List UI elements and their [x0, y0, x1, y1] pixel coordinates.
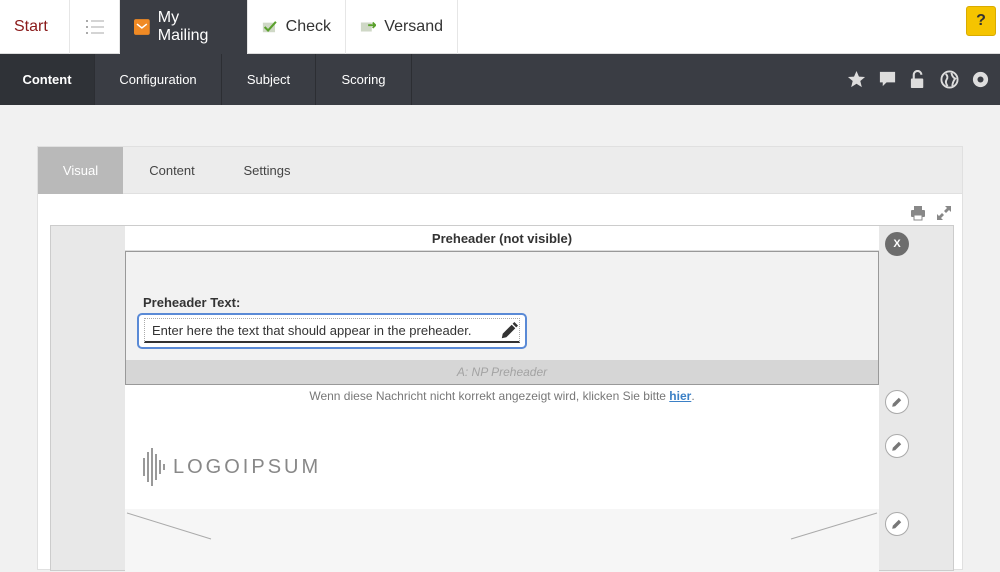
tab-start-label: Start	[14, 18, 48, 35]
webview-notice: Wenn diese Nachricht nicht korrekt angez…	[125, 389, 879, 403]
star-icon[interactable]	[847, 70, 866, 89]
header-image-placeholder	[125, 509, 879, 572]
edit-header-button[interactable]	[885, 512, 909, 536]
subtab-configuration-label: Configuration	[119, 72, 197, 87]
tab-versand-label: Versand	[384, 18, 443, 35]
tab-content[interactable]: Content	[123, 147, 221, 194]
globe-icon[interactable]	[940, 70, 959, 89]
list-icon	[85, 20, 104, 34]
tab-content-label: Content	[149, 163, 195, 178]
tab-visual[interactable]: Visual	[38, 147, 123, 194]
help-button[interactable]: ?	[966, 6, 996, 36]
subtab-subject[interactable]: Subject	[222, 54, 316, 105]
gear-icon[interactable]	[971, 70, 990, 89]
panel-tabs: Visual Content Settings	[38, 147, 962, 194]
editor-panel: Visual Content Settings Preheader (not v…	[37, 146, 963, 572]
subtab-content[interactable]: Content	[0, 54, 95, 105]
panel-tools	[910, 205, 952, 221]
subtab-scoring-label: Scoring	[341, 72, 386, 87]
webview-end: .	[691, 389, 695, 403]
module-name-bar: A: NP Preheader	[126, 360, 878, 384]
webview-text: Wenn diese Nachricht nicht korrekt angez…	[309, 389, 670, 403]
subtab-scoring[interactable]: Scoring	[316, 54, 412, 105]
tab-visual-label: Visual	[62, 163, 99, 178]
preheader-title: Preheader (not visible)	[125, 226, 879, 251]
check-icon	[262, 21, 277, 33]
tab-check-label: Check	[285, 18, 331, 35]
logo: LOGOIPSUM	[143, 448, 321, 486]
edit-webview-button[interactable]	[885, 390, 909, 414]
comment-icon[interactable]	[878, 70, 897, 89]
print-icon[interactable]	[910, 205, 926, 221]
pencil-icon	[892, 397, 902, 407]
subtab-content-label: Content	[22, 72, 72, 87]
mail-canvas: Preheader (not visible) Preheader Text: …	[50, 225, 954, 572]
tab-settings-label: Settings	[243, 163, 291, 178]
edit-logo-button[interactable]	[885, 434, 909, 458]
preheader-text-value[interactable]: Enter here the text that should appear i…	[144, 318, 520, 343]
webview-link[interactable]: hier	[669, 389, 691, 403]
subtab-subject-label: Subject	[246, 72, 291, 87]
tab-check[interactable]: Check	[248, 0, 346, 54]
placeholder-diagonals	[126, 512, 878, 540]
tab-versand[interactable]: Versand	[346, 0, 458, 54]
send-icon	[360, 21, 377, 32]
subnav-icons	[847, 54, 990, 105]
close-module-button[interactable]: X	[885, 232, 909, 256]
expand-icon[interactable]	[936, 205, 952, 221]
help-label: ?	[976, 12, 986, 29]
mail-body: Preheader (not visible) Preheader Text: …	[125, 226, 879, 572]
tab-list[interactable]	[70, 0, 120, 54]
sub-navigation: Content Configuration Subject Scoring	[0, 54, 1000, 105]
pencil-icon	[892, 441, 902, 451]
close-label: X	[893, 238, 901, 250]
mailing-icon	[134, 19, 150, 35]
pencil-icon[interactable]	[500, 322, 518, 340]
subtab-configuration[interactable]: Configuration	[95, 54, 222, 105]
preheader-text-field[interactable]: Enter here the text that should appear i…	[137, 313, 527, 349]
unlock-icon[interactable]	[909, 70, 928, 89]
preheader-label: Preheader Text:	[143, 295, 241, 310]
tab-settings[interactable]: Settings	[221, 147, 313, 194]
pencil-icon	[892, 519, 902, 529]
preheader-module[interactable]: Preheader Text: Enter here the text that…	[125, 251, 879, 385]
tab-start[interactable]: Start	[0, 0, 70, 54]
logo-text: LOGOIPSUM	[173, 455, 322, 478]
tab-my-mailing[interactable]: My Mailing	[120, 0, 248, 54]
logo-mark-icon	[143, 448, 165, 486]
tab-my-mailing-label: My Mailing	[157, 9, 209, 44]
top-tab-bar: Start My Mailing Check Versand ?	[0, 0, 1000, 54]
